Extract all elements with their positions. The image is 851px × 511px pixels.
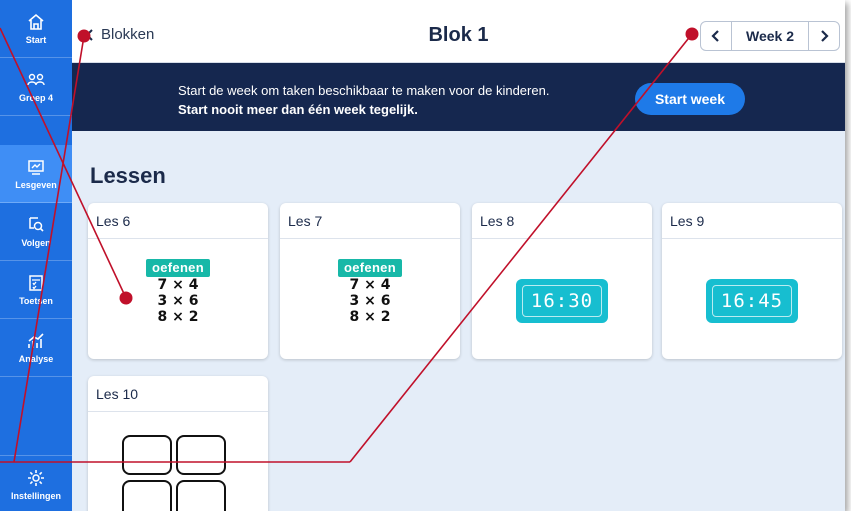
next-week-button[interactable] (809, 22, 839, 50)
sidebar-item-toetsen[interactable]: Toetsen (0, 261, 72, 319)
test-icon (29, 275, 43, 291)
chevron-left-icon (711, 30, 719, 42)
follow-icon (29, 217, 44, 232)
sum-item: 3 × 6 (349, 293, 391, 309)
lesson-card-les-10[interactable]: Les 10 (88, 376, 268, 511)
sum-item: 3 × 6 (157, 293, 199, 309)
sidebar-item-lesgeven[interactable]: Lesgeven (0, 145, 72, 203)
lesson-card-title: Les 10 (88, 376, 268, 412)
clock-time: 16:45 (712, 285, 792, 317)
lesson-card-title: Les 6 (88, 203, 268, 239)
start-week-banner: Start de week om taken beschikbaar te ma… (72, 63, 845, 131)
oefenen-badge: oefenen (146, 259, 210, 277)
lesson-card-body: 16:30 (472, 239, 652, 359)
oefenen-badge: oefenen (338, 259, 402, 277)
group-icon (27, 73, 45, 86)
lesson-card-les-8[interactable]: Les 8 16:30 (472, 203, 652, 359)
sidebar-item-volgen[interactable]: Volgen (0, 203, 72, 261)
sidebar-item-label: Toetsen (19, 296, 53, 306)
sidebar: Start Groep 4 Lesgeven Volgen Toetsen An… (0, 0, 72, 511)
digital-clock: 16:45 (706, 279, 798, 323)
chevron-right-icon (821, 30, 829, 42)
banner-line-2: Start nooit meer dan één week tegelijk. (178, 102, 418, 117)
lesson-card-title: Les 8 (472, 203, 652, 239)
gear-icon (28, 470, 44, 486)
sidebar-item-instellingen[interactable]: Instellingen (0, 455, 72, 511)
lesson-card-les-6[interactable]: Les 6 oefenen 7 × 4 3 × 6 8 × 2 (88, 203, 268, 359)
sidebar-item-analyse[interactable]: Analyse (0, 319, 72, 377)
sum-item: 7 × 4 (157, 277, 199, 293)
lesson-card-les-7[interactable]: Les 7 oefenen 7 × 4 3 × 6 8 × 2 (280, 203, 460, 359)
sidebar-item-label: Groep 4 (18, 93, 53, 103)
lesson-card-les-9[interactable]: Les 9 16:45 (662, 203, 842, 359)
app-window: Start Groep 4 Lesgeven Volgen Toetsen An… (0, 0, 845, 511)
home-icon (28, 13, 44, 30)
current-week-label: Week 2 (731, 22, 809, 50)
lesson-card-body (88, 412, 268, 511)
sidebar-item-label: Start (25, 35, 47, 45)
sidebar-item-label: Lesgeven (15, 180, 57, 190)
banner-line-1: Start de week om taken beschikbaar te ma… (178, 83, 550, 98)
sidebar-item-start[interactable]: Start (0, 0, 72, 58)
start-week-button[interactable]: Start week (635, 83, 745, 115)
practice-preview: oefenen 7 × 4 3 × 6 8 × 2 (280, 259, 460, 325)
chart-icon (28, 333, 44, 348)
sidebar-item-groep[interactable]: Groep 4 (0, 58, 72, 116)
sum-item: 8 × 2 (157, 309, 199, 325)
banner-message: Start de week om taken beschikbaar te ma… (178, 81, 549, 119)
lesson-card-title: Les 7 (280, 203, 460, 239)
week-navigator: Week 2 (700, 21, 840, 51)
sidebar-item-label: Volgen (21, 238, 51, 248)
section-title: Lessen (90, 163, 166, 188)
teach-icon (28, 160, 44, 175)
sum-item: 8 × 2 (349, 309, 391, 325)
empty-boxes-icon (122, 435, 226, 511)
lesson-card-body: oefenen 7 × 4 3 × 6 8 × 2 (88, 239, 268, 359)
lesson-card-body: 16:45 (662, 239, 842, 359)
top-bar: Blokken Blok 1 Week 2 (72, 0, 845, 63)
previous-week-button[interactable] (701, 22, 731, 50)
practice-preview: oefenen 7 × 4 3 × 6 8 × 2 (88, 259, 268, 325)
clock-time: 16:30 (522, 285, 602, 317)
lesson-card-title: Les 9 (662, 203, 842, 239)
sidebar-item-label: Instellingen (10, 491, 61, 501)
digital-clock: 16:30 (516, 279, 608, 323)
lesson-card-body: oefenen 7 × 4 3 × 6 8 × 2 (280, 239, 460, 359)
sum-item: 7 × 4 (349, 277, 391, 293)
sidebar-item-label: Analyse (18, 354, 54, 364)
lessons-area: Lessen Les 6 oefenen 7 × 4 3 × 6 8 × 2 L… (72, 131, 845, 511)
